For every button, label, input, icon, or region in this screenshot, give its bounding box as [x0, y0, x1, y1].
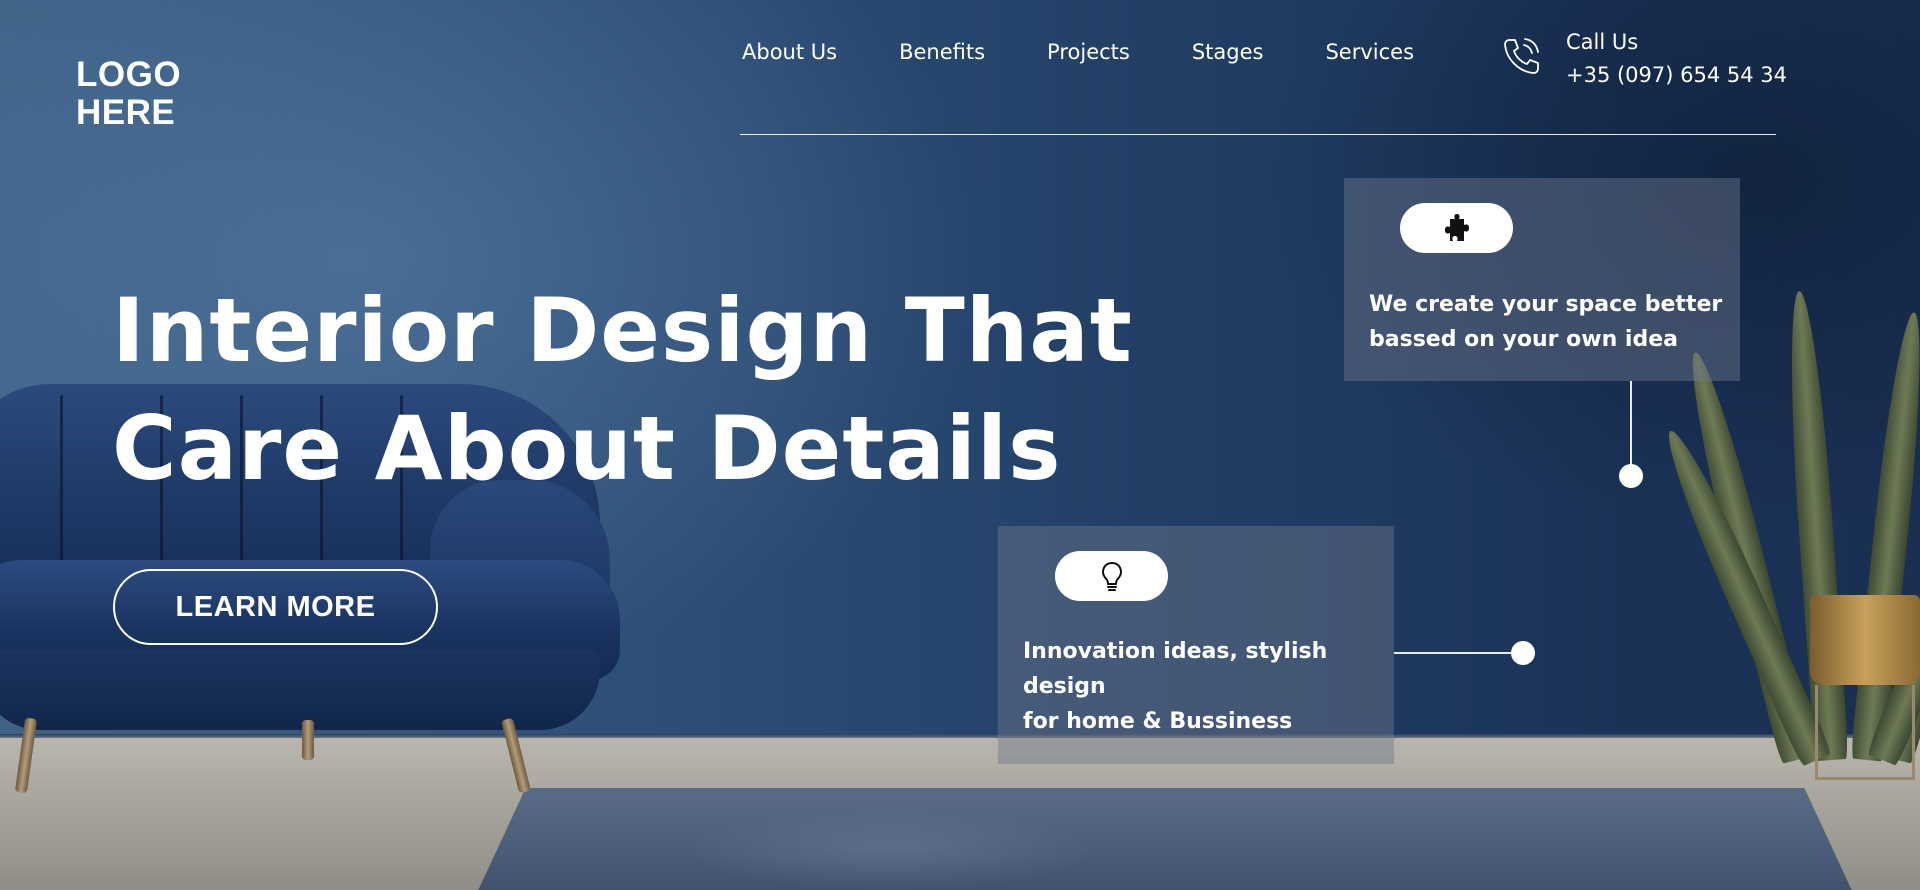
nav-item-services[interactable]: Services: [1325, 40, 1414, 64]
rug: [470, 788, 1860, 890]
phone-number[interactable]: +35 (097) 654 54 34: [1566, 59, 1787, 92]
lightbulb-icon: [1101, 562, 1122, 591]
card-icon-pill: [1055, 551, 1168, 601]
plant-pot: [1810, 595, 1920, 685]
call-us-label: Call Us: [1566, 30, 1639, 54]
logo-line-1: LOGO: [76, 55, 182, 94]
info-card: We create your space better bassed on yo…: [1344, 178, 1740, 381]
hotspot-dot[interactable]: [1511, 641, 1535, 665]
sofa-leg: [14, 717, 38, 794]
call-us-text: Call Us +35 (097) 654 54 34: [1566, 26, 1787, 92]
hero-title: Interior Design That Care About Details: [112, 272, 1133, 508]
header-divider: [740, 134, 1776, 135]
call-us[interactable]: Call Us +35 (097) 654 54 34: [1500, 26, 1787, 92]
plant-stand: [1815, 685, 1915, 780]
card-text: Innovation ideas, stylish design for hom…: [1023, 634, 1327, 739]
card-connector-line: [1394, 652, 1522, 654]
info-card: Innovation ideas, stylish design for hom…: [998, 526, 1394, 764]
logo-line-2: HERE: [76, 93, 176, 132]
phone-icon: [1504, 38, 1539, 74]
nav-item-benefits[interactable]: Benefits: [899, 40, 985, 64]
card-text-line: bassed on your own idea: [1369, 327, 1678, 352]
logo[interactable]: LOGO HERE: [76, 56, 181, 132]
puzzle-icon: [1444, 214, 1469, 241]
hero-title-line-2: Care About Details: [112, 397, 1062, 500]
card-text-line: We create your space better: [1369, 292, 1723, 317]
learn-more-button[interactable]: LEARN MORE: [113, 569, 438, 645]
card-text: We create your space better bassed on yo…: [1369, 287, 1722, 357]
potted-plant: [1655, 170, 1920, 890]
card-text-line: Innovation ideas, stylish: [1023, 639, 1328, 664]
nav-item-stages[interactable]: Stages: [1192, 40, 1264, 64]
sofa-leg: [302, 720, 314, 760]
hero-title-line-1: Interior Design That: [112, 279, 1133, 382]
main-nav: About Us Benefits Projects Stages Servic…: [742, 40, 1414, 64]
hotspot-dot[interactable]: [1619, 464, 1643, 488]
sofa-channel: [60, 395, 63, 575]
card-icon-pill: [1400, 203, 1513, 253]
card-text-line: design: [1023, 674, 1106, 699]
card-connector-line: [1630, 381, 1632, 467]
card-text-line: for home & Bussiness: [1023, 709, 1293, 734]
nav-item-projects[interactable]: Projects: [1047, 40, 1130, 64]
nav-item-about-us[interactable]: About Us: [742, 40, 837, 64]
